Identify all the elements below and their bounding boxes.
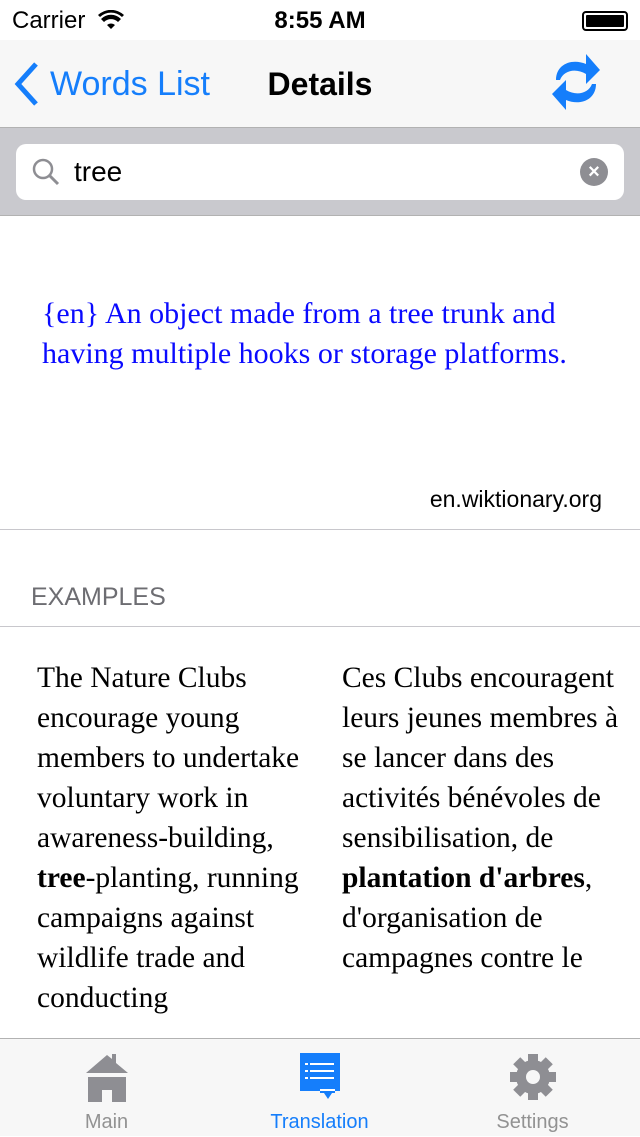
- navigation-bar: Words List Details: [0, 40, 640, 128]
- example-source: The Nature Clubs encourage young members…: [37, 658, 317, 1018]
- tab-bar: Main Translation Settings: [0, 1038, 640, 1136]
- example-text: The Nature Clubs encourage young members…: [37, 662, 300, 854]
- search-icon: [32, 158, 60, 186]
- definition-text: {en} An object made from a tree trunk an…: [42, 297, 567, 370]
- translation-icon: [299, 1053, 340, 1099]
- tab-label: Translation: [270, 1111, 369, 1133]
- tab-translation[interactable]: Translation: [213, 1039, 426, 1137]
- gear-icon: [509, 1054, 556, 1100]
- search-input[interactable]: [74, 152, 554, 192]
- page-title: Details: [267, 66, 373, 102]
- refresh-icon[interactable]: [550, 50, 602, 114]
- search-field[interactable]: ×: [16, 144, 624, 200]
- status-bar: Carrier 8:55 AM: [0, 0, 640, 40]
- clock: 8:55 AM: [274, 7, 366, 34]
- tab-label: Settings: [496, 1111, 569, 1133]
- clear-search-icon[interactable]: ×: [580, 158, 608, 186]
- examples-header: EXAMPLES: [31, 583, 166, 611]
- example-text: Ces Clubs encouragent leurs jeunes membr…: [342, 662, 619, 854]
- search-bar: ×: [0, 128, 640, 216]
- battery-icon: [582, 11, 628, 31]
- tab-settings[interactable]: Settings: [426, 1039, 639, 1137]
- divider: [0, 626, 640, 627]
- definition-source[interactable]: en.wiktionary.org: [430, 486, 602, 513]
- tab-main[interactable]: Main: [0, 1039, 213, 1137]
- divider: [0, 529, 640, 530]
- tab-label: Main: [84, 1111, 129, 1133]
- home-icon: [85, 1054, 128, 1102]
- example-highlight: tree: [37, 862, 86, 894]
- example-highlight: plantation d'arbres: [342, 862, 585, 894]
- example-translation: Ces Clubs encouragent leurs jeunes membr…: [342, 658, 622, 978]
